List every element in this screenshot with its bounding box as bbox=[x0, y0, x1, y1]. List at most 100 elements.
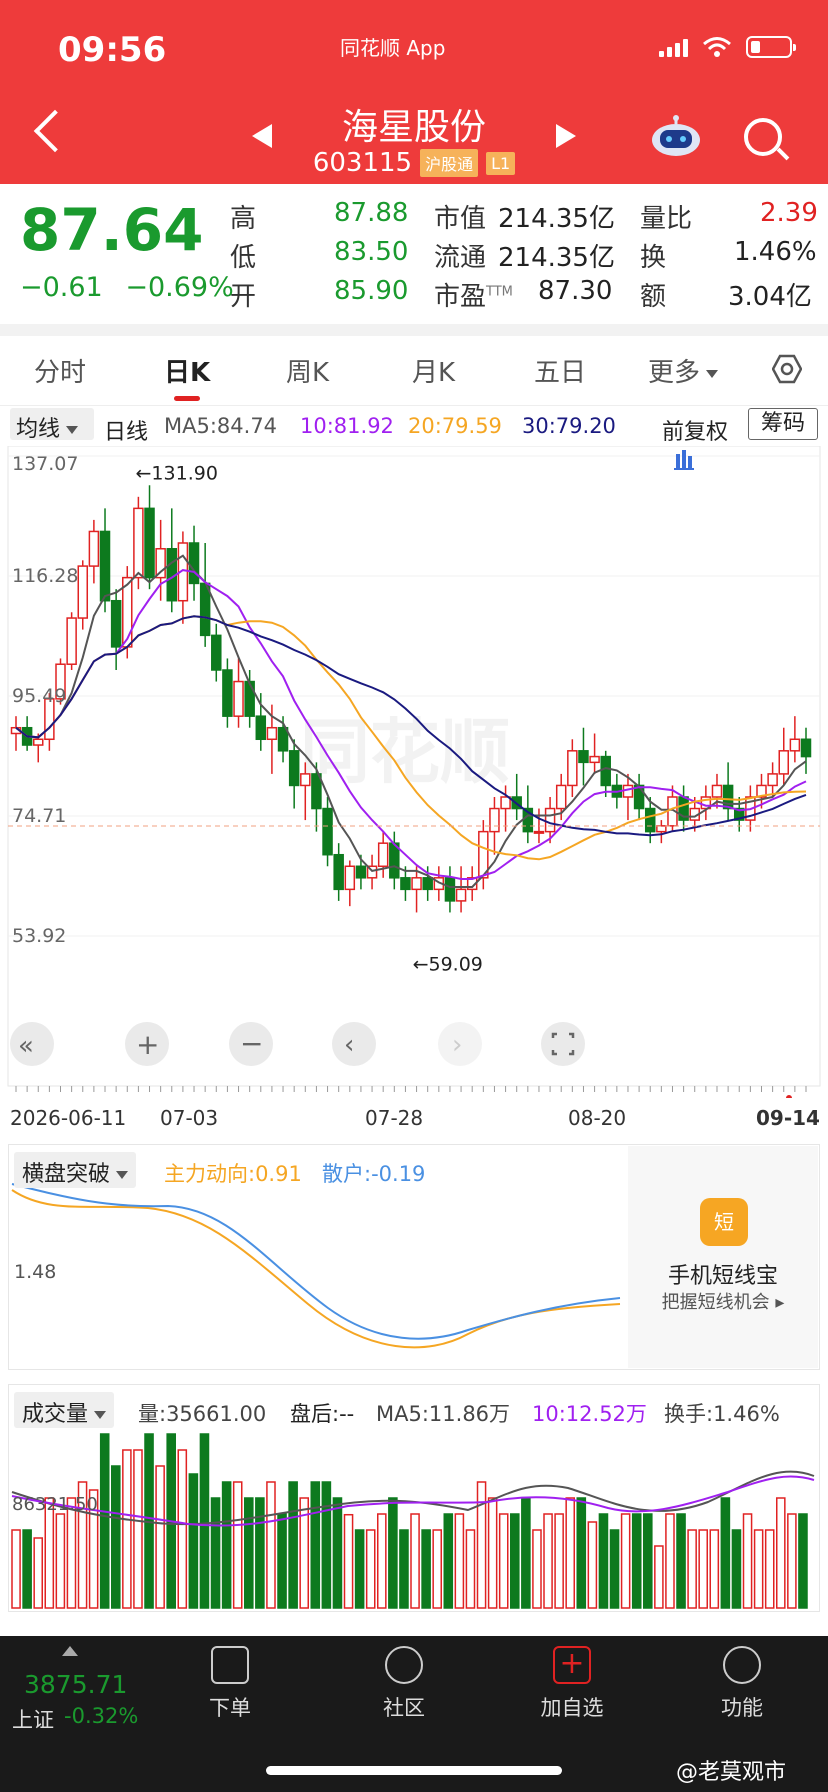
candle-body bbox=[188, 542, 200, 585]
scroll-left-fast-button[interactable]: « bbox=[10, 1022, 54, 1066]
indicator-tick: 1.48 bbox=[14, 1261, 56, 1283]
volume-bar bbox=[776, 1497, 786, 1609]
volume-dropdown[interactable]: 成交量 bbox=[14, 1392, 115, 1428]
volume-bar bbox=[620, 1513, 631, 1609]
main-force-label: 主力动向:0.91 bbox=[164, 1162, 302, 1186]
candle-body bbox=[722, 784, 734, 810]
nav-community[interactable]: 社区 bbox=[344, 1646, 464, 1722]
nav-add-watchlist[interactable]: + 加自选 bbox=[512, 1646, 632, 1722]
amount-label: 额 bbox=[640, 282, 667, 312]
nav-functions[interactable]: 功能 bbox=[682, 1646, 802, 1722]
turnover-rate: 换手:1.46% bbox=[664, 1402, 780, 1426]
volume-bar bbox=[99, 1433, 110, 1609]
candle-body bbox=[333, 853, 344, 891]
chip-button[interactable]: 筹码 bbox=[748, 408, 818, 440]
candle-body bbox=[110, 599, 122, 648]
candle-body bbox=[244, 680, 255, 717]
volume-bar bbox=[332, 1497, 343, 1609]
high-value: 87.88 bbox=[334, 198, 409, 228]
settings-hexagon-icon[interactable] bbox=[772, 354, 802, 384]
candle-body bbox=[311, 773, 322, 810]
volume-bar bbox=[310, 1481, 321, 1609]
volume-ma10: 10:12.52万 bbox=[532, 1402, 647, 1426]
menu-icon bbox=[723, 1646, 761, 1684]
volume-bar bbox=[288, 1481, 298, 1609]
scroll-left-button[interactable]: ‹ bbox=[332, 1022, 376, 1066]
candle-body bbox=[400, 877, 411, 891]
volume-bar bbox=[543, 1513, 553, 1609]
volume-bar bbox=[764, 1529, 775, 1609]
short-term-icon: 短 bbox=[700, 1198, 748, 1246]
volume-bar bbox=[465, 1529, 476, 1609]
tab-five-day[interactable]: 五日 bbox=[534, 352, 586, 389]
candle-body bbox=[555, 784, 567, 810]
candlestick-chart[interactable]: 同花顺 137.07116.2895.4974.7153.92 ←131.90 … bbox=[0, 446, 828, 1098]
index-value[interactable]: 3875.71 bbox=[24, 1670, 127, 1699]
candle-body bbox=[99, 530, 111, 602]
ma5-label: MA5:84.74 bbox=[164, 414, 278, 438]
volume-bar bbox=[554, 1513, 564, 1609]
candle-body bbox=[444, 877, 456, 902]
high-label: 高 bbox=[230, 204, 257, 234]
candle-body bbox=[66, 617, 77, 665]
svg-text:−: − bbox=[240, 1027, 263, 1060]
volume-bar bbox=[210, 1497, 221, 1609]
y-tick-label: 74.71 bbox=[12, 805, 66, 827]
candle-body bbox=[778, 750, 789, 775]
candle-body bbox=[266, 726, 278, 741]
candle-body bbox=[422, 877, 433, 891]
volume-bar bbox=[232, 1481, 243, 1609]
home-indicator[interactable] bbox=[266, 1766, 562, 1775]
volume-bar bbox=[654, 1545, 664, 1609]
volume-bar bbox=[365, 1529, 376, 1609]
volume-bar bbox=[476, 1481, 487, 1609]
community-icon bbox=[385, 1646, 423, 1684]
robot-assistant-icon[interactable] bbox=[650, 114, 702, 158]
volume-bar bbox=[188, 1473, 199, 1609]
battery-icon bbox=[746, 36, 796, 58]
ad-title: 手机短线宝 bbox=[667, 1264, 778, 1289]
turnover-value: 1.46% bbox=[734, 237, 817, 267]
tab-weekly-k[interactable]: 周K bbox=[286, 352, 329, 389]
volume-bar bbox=[133, 1449, 143, 1609]
volume-bar bbox=[221, 1481, 232, 1609]
volume-bar bbox=[665, 1513, 675, 1609]
search-icon[interactable] bbox=[744, 118, 782, 156]
candle-body bbox=[800, 738, 812, 758]
volume-ma5: MA5:11.86万 bbox=[376, 1402, 511, 1426]
tab-intraday[interactable]: 分时 bbox=[34, 352, 86, 389]
candle-body bbox=[88, 530, 100, 567]
candle-body bbox=[300, 773, 311, 787]
scroll-right-button[interactable]: › bbox=[438, 1022, 482, 1066]
open-label: 开 bbox=[230, 282, 257, 312]
volume-bar bbox=[244, 1497, 254, 1609]
index-name: 上证 bbox=[12, 1708, 54, 1732]
candle-body bbox=[600, 755, 611, 787]
svg-text:›: › bbox=[452, 1030, 462, 1060]
status-icons bbox=[659, 36, 796, 58]
tab-monthly-k[interactable]: 月K bbox=[412, 352, 455, 389]
adjust-label[interactable]: 前复权 bbox=[662, 414, 728, 446]
mcap-value: 214.35亿 bbox=[498, 204, 615, 234]
volume-bar bbox=[687, 1529, 697, 1609]
main-force-line bbox=[11, 1189, 621, 1349]
nav-order[interactable]: 下单 bbox=[170, 1646, 290, 1722]
tab-daily-k[interactable]: 日K bbox=[164, 352, 210, 389]
volume-bar bbox=[443, 1513, 454, 1609]
tab-more[interactable]: 更多 bbox=[648, 352, 719, 389]
volume-bar bbox=[753, 1529, 764, 1609]
svg-text:+: + bbox=[136, 1028, 159, 1061]
candle-body bbox=[233, 680, 244, 717]
next-stock-icon[interactable] bbox=[556, 124, 576, 148]
zoom-in-button[interactable]: + bbox=[125, 1022, 169, 1066]
ma30-label: 30:79.20 bbox=[522, 414, 616, 438]
zoom-out-button[interactable]: − bbox=[229, 1022, 273, 1066]
wifi-icon bbox=[703, 37, 731, 57]
volume-bar bbox=[155, 1465, 165, 1609]
volume-bar bbox=[22, 1529, 32, 1609]
short-term-ad[interactable]: 短 手机短线宝 把握短线机会 ▸ bbox=[628, 1146, 818, 1368]
indicator-dropdown[interactable]: 横盘突破 bbox=[14, 1152, 137, 1188]
y-tick-label: 137.07 bbox=[12, 453, 78, 475]
fullscreen-button[interactable] bbox=[541, 1022, 585, 1066]
turnover-label: 换 bbox=[640, 243, 667, 273]
